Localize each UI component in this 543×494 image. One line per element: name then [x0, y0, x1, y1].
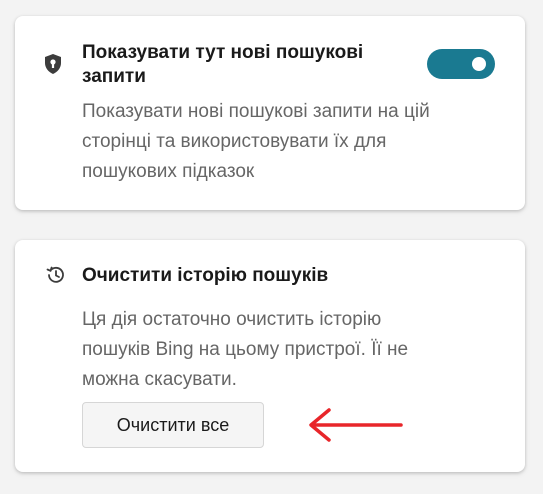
shield-lock-icon: [43, 54, 63, 74]
clear-history-description: Ця дія остаточно очистить історію пошукі…: [82, 309, 409, 390]
red-arrow-icon: [309, 408, 403, 442]
show-new-searches-toggle[interactable]: [427, 49, 495, 79]
show-new-searches-title: Показувати тут нові пошукові запити: [82, 42, 364, 87]
toggle-knob: [472, 57, 486, 71]
clear-history-card: Очистити історію пошуків Ця дія остаточн…: [15, 240, 525, 472]
clear-history-title: Очистити історію пошуків: [82, 265, 329, 286]
clear-all-button[interactable]: Очистити все: [82, 402, 264, 448]
history-icon: [46, 265, 66, 285]
show-new-searches-description: Показувати нові пошукові запити на цій с…: [82, 101, 430, 182]
show-new-searches-card: Показувати тут нові пошукові запити Пока…: [15, 16, 525, 210]
